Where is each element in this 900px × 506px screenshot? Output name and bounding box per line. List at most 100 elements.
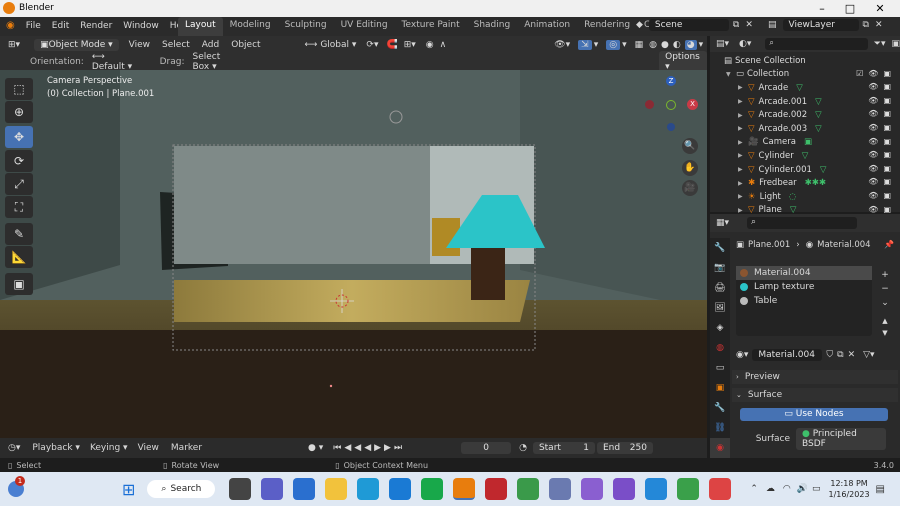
wifi-icon[interactable]: ◠ <box>783 484 791 494</box>
remove-slot-button[interactable]: − <box>878 282 892 296</box>
notification-center-icon[interactable]: ▤ <box>876 484 885 495</box>
end-frame-field[interactable]: End 250 <box>596 442 653 454</box>
cursor-tool[interactable]: ⊕ <box>5 101 33 123</box>
visibility-icons[interactable]: 👁▣ <box>868 137 896 146</box>
modifier-tab-icon[interactable]: 🔧 <box>710 398 730 418</box>
tab-rendering[interactable]: Rendering <box>577 17 637 36</box>
volume-icon[interactable]: 🔊 <box>797 484 808 494</box>
store-icon[interactable] <box>293 478 316 500</box>
tab-layout[interactable]: Layout <box>178 17 223 36</box>
select-box-tool[interactable]: ⬚ <box>5 78 33 100</box>
outliner-item[interactable]: ▶ ▽ Arcade ▽ 👁▣ <box>710 81 900 95</box>
expand-icon[interactable]: ▶ <box>738 193 748 200</box>
viewport-3d[interactable]: Camera Perspective (0) Collection | Plan… <box>0 70 707 438</box>
outliner-search[interactable]: ⌕ <box>765 38 868 50</box>
falloff-icon[interactable]: ∧ <box>440 40 447 50</box>
editor-type-icon[interactable]: ⊞▾ <box>8 40 20 50</box>
marker-menu[interactable]: Marker <box>171 443 202 453</box>
outliner-item[interactable]: ▶ 🎥 Camera ▣ 👁▣ <box>710 136 900 150</box>
expand-icon[interactable]: ▶ <box>738 112 748 119</box>
expand-icon[interactable]: ▶ <box>738 166 748 173</box>
filter-icon[interactable]: ⏷▾ <box>874 39 886 49</box>
outliner-scene-collection[interactable]: ▤ Scene Collection <box>710 54 900 68</box>
gizmo-neg-z[interactable] <box>667 123 675 131</box>
expand-icon[interactable]: ▶ <box>738 84 748 91</box>
gizmo-x-axis[interactable]: X <box>687 99 698 110</box>
chrome-2-icon[interactable] <box>709 478 732 500</box>
browse-material-icon[interactable]: ◉▾ <box>736 350 748 360</box>
pivot-icon[interactable]: ⟳▾ <box>366 40 378 50</box>
overlay-dropdown-icon[interactable]: ▾ <box>622 40 627 50</box>
pin-icon[interactable]: 📌 <box>884 240 894 249</box>
move-slot-down-icon[interactable]: ▼ <box>878 326 892 340</box>
playback-controls-icon[interactable]: ⏮◀◀◀▶▶⏭ <box>333 443 405 453</box>
outliner-item[interactable]: ▶ ▽ Cylinder.001 ▽ 👁▣ <box>710 163 900 177</box>
viewlayer-field[interactable]: ViewLayer <box>782 19 859 31</box>
weather-widget-icon[interactable]: 1 <box>8 476 25 497</box>
material-name-field[interactable]: Material.004 <box>752 349 823 361</box>
tab-sculpting[interactable]: Sculpting <box>278 17 334 36</box>
expand-icon[interactable]: ▶ <box>738 207 748 214</box>
edge-icon[interactable] <box>357 478 380 500</box>
menu-add[interactable]: Add <box>202 40 219 50</box>
windows-start-icon[interactable]: ⊞ <box>122 480 135 499</box>
tab-modeling[interactable]: Modeling <box>223 17 278 36</box>
proportional-edit-icon[interactable]: ◉ <box>426 40 434 50</box>
tab-uv-editing[interactable]: UV Editing <box>334 17 395 36</box>
timeline-editor-icon[interactable]: ◷▾ <box>8 443 20 453</box>
shading-material-icon[interactable]: ◐ <box>673 40 681 50</box>
task-view-icon[interactable] <box>229 478 252 500</box>
shading-dropdown-icon[interactable]: ▾ <box>699 40 704 50</box>
menu-render[interactable]: Render <box>80 21 112 31</box>
menu-select[interactable]: Select <box>162 40 190 50</box>
shading-solid-icon[interactable]: ● <box>661 40 669 50</box>
minimize-button[interactable]: – <box>808 0 836 17</box>
new-viewlayer-icon[interactable]: ⧉ <box>863 20 869 30</box>
outliner-item[interactable]: ▶ ▽ Cylinder ▽ 👁▣ <box>710 149 900 163</box>
gizmo-toggle-icon[interactable]: ⇲ <box>578 40 592 50</box>
outliner-editor-icon[interactable]: ▤▾ <box>716 39 729 49</box>
properties-search[interactable]: ⌕ <box>747 217 858 229</box>
add-slot-button[interactable]: + <box>878 268 892 282</box>
material-slot[interactable]: Material.004 <box>736 266 872 280</box>
visibility-icons[interactable]: 👁▣ <box>868 96 896 105</box>
battery-icon[interactable]: ▭ <box>812 484 821 494</box>
snap-icon[interactable]: 🧲 <box>386 40 397 50</box>
blender-taskbar-icon[interactable] <box>453 478 476 500</box>
output-tab-icon[interactable]: 🖨 <box>710 278 730 298</box>
start-frame-field[interactable]: Start 1 <box>532 442 595 454</box>
pan-hand-icon[interactable]: ✋ <box>682 160 698 176</box>
record-icon[interactable]: ● ▾ <box>308 443 323 453</box>
close-button[interactable]: ✕ <box>866 0 894 17</box>
new-collection-icon[interactable]: ▣ <box>891 39 900 49</box>
object-tab-icon[interactable]: ▣ <box>710 378 730 398</box>
outliner-item[interactable]: ▶ ▽ Arcade.003 ▽ 👁▣ <box>710 122 900 136</box>
rotate-tool[interactable]: ⟳ <box>5 150 33 172</box>
camera-view-icon[interactable]: 🎥 <box>682 180 698 196</box>
cloud-icon[interactable]: ☁ <box>766 484 775 494</box>
material-tab-icon[interactable]: ◉ <box>710 438 730 458</box>
red-app-icon[interactable] <box>485 478 508 500</box>
expand-icon[interactable]: ▶ <box>738 180 748 187</box>
tool-tab-icon[interactable]: 🔧 <box>710 238 730 258</box>
snipping-tool-icon[interactable] <box>549 478 572 500</box>
expand-icon[interactable]: ▼ <box>726 71 736 78</box>
shading-rendered-icon[interactable]: ◕ <box>684 40 697 50</box>
tab-shading[interactable]: Shading <box>467 17 518 36</box>
menu-file[interactable]: File <box>26 21 41 31</box>
keying-menu[interactable]: Keying ▾ <box>90 443 128 453</box>
expand-icon[interactable]: ▶ <box>738 98 748 105</box>
mode-dropdown[interactable]: ▣ Object Mode ▾ <box>34 39 119 51</box>
use-nodes-button[interactable]: ▭ Use Nodes <box>740 408 888 421</box>
visibility-icons[interactable]: 👁▣ <box>868 164 896 173</box>
menu-object[interactable]: Object <box>231 40 260 50</box>
delete-viewlayer-icon[interactable]: ✕ <box>875 20 883 30</box>
gizmo-neg-x[interactable] <box>645 100 654 109</box>
visibility-icons[interactable]: 👁▣ <box>868 109 896 118</box>
scene-selector[interactable]: ◆ Scene ⧉ ✕ <box>636 19 753 31</box>
menu-window[interactable]: Window <box>123 21 159 31</box>
outliner-item[interactable]: ▶ ✱ Fredbear ✱✱✱ 👁▣ <box>710 176 900 190</box>
spreadsheet-app-icon[interactable] <box>421 478 444 500</box>
material-slot[interactable]: Table <box>736 294 872 308</box>
world-tab-icon[interactable]: ◍ <box>710 338 730 358</box>
